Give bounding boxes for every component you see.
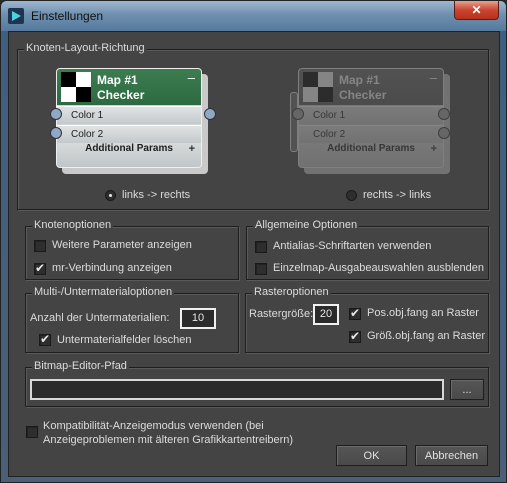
snap-position-checkbox[interactable]: [349, 306, 361, 320]
input-socket-icon: [438, 127, 450, 139]
antialias-fonts-checkbox[interactable]: [255, 241, 267, 253]
compat-mode-label-line2[interactable]: Anzeigeproblemen mit älteren Grafikkarte…: [43, 434, 293, 446]
more-params-checkbox[interactable]: [34, 240, 46, 252]
delete-subfields-label[interactable]: Untermaterialfelder löschen: [57, 334, 192, 346]
slot-color-1: Color 1: [57, 106, 201, 124]
additional-params-label: Additional Params: [85, 143, 173, 154]
checker-thumbnail: [303, 72, 333, 102]
multi-sub-title: Multi-/Untermaterialoptionen: [32, 286, 175, 298]
slot-color-1: Color 1: [299, 106, 443, 124]
hide-output-label[interactable]: Einzelmap-Ausgabeauswahlen ausblenden: [273, 262, 484, 274]
dialog-client: Knoten-Layout-Richtung Map #1 Checker – …: [8, 31, 500, 477]
additional-params-label: Additional Params: [327, 143, 415, 154]
node-type: Checker: [97, 88, 145, 102]
node-preview-right: Map #1 Checker – Color 1 Color 2 Additio…: [290, 68, 450, 174]
hide-output-checkbox[interactable]: [255, 263, 267, 275]
general-options-title: Allgemeine Optionen: [253, 219, 360, 231]
radio-right-to-left-label[interactable]: rechts -> links: [363, 189, 431, 201]
expand-icon: +: [188, 143, 195, 155]
radio-left-to-right[interactable]: [105, 190, 116, 201]
collapse-icon: –: [429, 70, 437, 85]
input-socket-icon: [50, 127, 62, 139]
general-options-group: Allgemeine Optionen Antialias-Schriftart…: [246, 219, 489, 280]
input-socket-icon: [50, 108, 62, 120]
radio-left-to-right-label[interactable]: links -> rechts: [122, 189, 190, 201]
browse-button[interactable]: ...: [450, 379, 484, 400]
settings-window: Einstellungen ✕ Knoten-Layout-Richtung M…: [0, 0, 507, 483]
radio-right-to-left[interactable]: [346, 190, 357, 201]
grid-size-label: Rastergröße:: [249, 308, 314, 320]
submaterial-count-label: Anzahl der Untermaterialien:: [30, 312, 170, 324]
multi-sub-group: Multi-/Untermaterialoptionen Anzahl der …: [25, 286, 239, 353]
node-options-group: Knotenoptionen Weitere Parameter anzeige…: [25, 219, 239, 280]
node-type: Checker: [339, 88, 387, 102]
collapse-icon: –: [187, 70, 195, 85]
node-layout-title: Knoten-Layout-Richtung: [24, 42, 147, 54]
app-icon: [8, 8, 24, 24]
mr-connection-label[interactable]: mr-Verbindung anzeigen: [52, 262, 172, 274]
bitmap-editor-path-input[interactable]: [30, 379, 444, 400]
node-name: Map #1: [339, 73, 380, 87]
bitmap-editor-title: Bitmap-Editor-Pfad: [32, 360, 129, 372]
expand-icon: +: [430, 143, 437, 155]
node-layout-group: Knoten-Layout-Richtung Map #1 Checker – …: [17, 42, 489, 210]
window-title: Einstellungen: [31, 9, 104, 23]
snap-size-label[interactable]: Größ.obj.fang an Raster: [367, 330, 485, 342]
grid-options-group: Rasteroptionen Rastergröße: 20 Pos.obj.f…: [245, 286, 489, 353]
title-bar[interactable]: Einstellungen ✕: [1, 1, 506, 31]
snap-size-checkbox[interactable]: [349, 329, 361, 343]
mr-connection-checkbox[interactable]: [34, 261, 46, 275]
checker-thumbnail: [61, 72, 91, 102]
output-socket-icon: [292, 108, 304, 120]
compat-mode-label-line1[interactable]: Kompatibilität-Anzeigemodus verwenden (b…: [43, 420, 264, 432]
node-preview-left: Map #1 Checker – Color 1 Color 2 Additio…: [50, 68, 216, 174]
close-button[interactable]: ✕: [454, 1, 499, 20]
snap-position-label[interactable]: Pos.obj.fang an Raster: [367, 307, 479, 319]
node-name: Map #1: [97, 73, 138, 87]
slot-color-2: Color 2: [299, 125, 443, 143]
ok-button[interactable]: OK: [336, 445, 407, 466]
antialias-fonts-label[interactable]: Antialias-Schriftarten verwenden: [273, 240, 431, 252]
node-options-title: Knotenoptionen: [32, 219, 114, 231]
slot-color-2: Color 2: [57, 125, 201, 143]
delete-subfields-checkbox[interactable]: [39, 332, 51, 346]
bitmap-editor-group: Bitmap-Editor-Pfad ...: [25, 360, 489, 407]
grid-size-input[interactable]: 20: [313, 304, 339, 325]
more-params-label[interactable]: Weitere Parameter anzeigen: [52, 239, 192, 251]
compat-mode-checkbox[interactable]: [26, 426, 38, 438]
input-socket-icon: [438, 108, 450, 120]
grid-options-title: Rasteroptionen: [252, 286, 331, 298]
cancel-button[interactable]: Abbrechen: [415, 445, 488, 466]
output-socket-icon: [204, 108, 216, 120]
submaterial-count-input[interactable]: 10: [180, 308, 216, 329]
